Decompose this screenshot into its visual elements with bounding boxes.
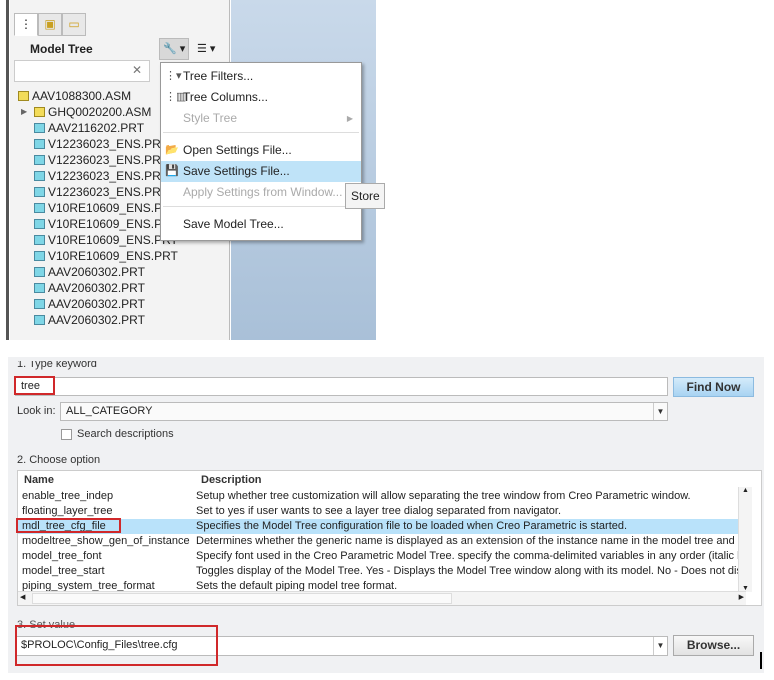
part-icon xyxy=(34,171,45,181)
tab-layers[interactable]: ▣ xyxy=(38,13,62,36)
look-in-label: Look in: xyxy=(17,405,56,417)
tree-item[interactable]: V12236023_ENS.PRT xyxy=(34,152,168,168)
option-name: model_tree_start xyxy=(22,565,105,577)
menu-item-open-settings[interactable]: 📂 Open Settings File... xyxy=(161,140,361,161)
vertical-scrollbar[interactable]: ▲ ▼ xyxy=(738,487,752,592)
part-icon xyxy=(34,123,45,133)
option-name: modeltree_show_gen_of_instance xyxy=(22,535,190,547)
model-tree-screenshot: ⋮ ▣ ▭ Model Tree 🔧 ▾ ☰ ▾ ✕ AAV1088300.AS… xyxy=(0,0,385,340)
tree-item[interactable]: V10RE10609_ENS.PRT xyxy=(34,200,178,216)
tree-item[interactable]: ▶ GHQ0020200.ASM xyxy=(21,104,151,120)
table-row[interactable]: model_tree_start Toggles display of the M… xyxy=(18,564,745,579)
folder-icon: ▭ xyxy=(68,17,80,31)
option-description: Set to yes if user wants to see a layer … xyxy=(196,505,562,517)
clear-icon[interactable]: ✕ xyxy=(132,63,142,77)
settings-icon: 🔧 xyxy=(163,43,177,55)
part-icon xyxy=(34,139,45,149)
tree-filter-icon: ⋮▾ xyxy=(165,70,182,82)
tree-item[interactable]: AAV1088300.ASM xyxy=(18,88,131,104)
tree-item[interactable]: AAV2060302.PRT xyxy=(34,280,145,296)
step1-label: 1. Type keyword xyxy=(17,361,97,370)
search-descriptions-label: Search descriptions xyxy=(77,428,174,440)
table-row[interactable]: modeltree_show_gen_of_instance Determines… xyxy=(18,534,745,549)
settings-menu: ⋮▾ Tree Filters... ⋮▥ Tree Columns... Styl… xyxy=(160,62,362,241)
tree-item[interactable]: V10RE10609_ENS.PRT xyxy=(34,248,178,264)
part-icon xyxy=(34,267,45,277)
assembly-icon xyxy=(18,91,29,101)
highlight-box xyxy=(15,625,218,666)
tree-item[interactable]: V12236023_ENS.PRT xyxy=(34,184,168,200)
menu-item-tree-filters[interactable]: ⋮▾ Tree Filters... xyxy=(161,66,361,87)
layers-icon: ▣ xyxy=(44,17,56,31)
tree-item[interactable]: AAV2060302.PRT xyxy=(34,264,145,280)
option-description: Setup whether tree customization will al… xyxy=(196,490,691,502)
find-now-button[interactable]: Find Now xyxy=(673,377,754,397)
search-descriptions-checkbox[interactable] xyxy=(61,429,72,440)
column-header-description[interactable]: Description xyxy=(201,471,262,489)
option-name: model_tree_font xyxy=(22,550,102,562)
part-icon xyxy=(34,203,45,213)
tree-item[interactable]: AAV2060302.PRT xyxy=(34,296,145,312)
highlight-box xyxy=(14,376,55,395)
option-name: floating_layer_tree xyxy=(22,505,113,517)
options-table: Name Description enable_tree_indep Setup … xyxy=(17,470,762,606)
look-in-select[interactable]: ALL_CATEGORY ▼ xyxy=(60,402,668,421)
highlight-box xyxy=(16,518,121,533)
part-icon xyxy=(34,235,45,245)
save-icon: 💾 xyxy=(165,165,179,177)
menu-item-tree-columns[interactable]: ⋮▥ Tree Columns... xyxy=(161,87,361,108)
option-description: Specifies the Model Tree configuration f… xyxy=(196,520,628,532)
menu-item-save-settings[interactable]: 💾 Save Settings File... xyxy=(161,161,361,182)
tree-search-input[interactable] xyxy=(14,60,150,82)
menu-item-style-tree: Style Tree ▶ xyxy=(161,108,361,129)
menu-item-apply-settings: Apply Settings from Window... xyxy=(183,185,343,199)
table-row[interactable]: mdl_tree_cfg_file Specifies the Model Tre… xyxy=(18,519,745,534)
table-row[interactable]: floating_layer_tree Set to yes if user wa… xyxy=(18,504,745,519)
browse-button[interactable]: Browse... xyxy=(673,635,754,656)
text-cursor xyxy=(760,652,762,669)
open-folder-icon: 📂 xyxy=(165,144,179,156)
option-description: Toggles display of the Model Tree. Yes -… xyxy=(196,565,745,577)
tooltip: Store xyxy=(345,183,385,209)
assembly-icon xyxy=(34,107,45,117)
option-description: Specify font used in the Creo Parametric… xyxy=(196,550,745,562)
tree-item[interactable]: V12236023_ENS.PRT xyxy=(34,168,168,184)
tab-folder[interactable]: ▭ xyxy=(62,13,86,36)
part-icon xyxy=(34,187,45,197)
option-description: Determines whether the generic name is d… xyxy=(196,535,745,547)
expand-arrow-icon[interactable]: ▶ xyxy=(21,104,27,120)
part-icon xyxy=(34,315,45,325)
part-icon xyxy=(34,283,45,293)
step2-label: 2. Choose option xyxy=(17,454,101,466)
panel-title: Model Tree xyxy=(30,42,93,56)
chevron-down-icon: ▼ xyxy=(653,637,667,655)
option-name: enable_tree_indep xyxy=(22,490,114,502)
part-icon xyxy=(34,299,45,309)
tree-columns-icon: ⋮▥ xyxy=(165,91,187,103)
menu-item-save-model-tree[interactable]: Save Model Tree... xyxy=(161,214,361,235)
part-icon xyxy=(34,251,45,261)
tree-item[interactable]: V10RE10609_ENS.PRT xyxy=(34,232,178,248)
horizontal-scrollbar[interactable]: ◀ ▶ xyxy=(18,591,746,605)
tree-item[interactable]: V12236023_ENS.PRT xyxy=(34,136,168,152)
submenu-arrow-icon: ▶ xyxy=(346,114,353,123)
window-edge xyxy=(6,0,9,340)
table-row[interactable]: enable_tree_indep Setup whether tree cust… xyxy=(18,489,745,504)
show-dropdown-button[interactable]: ☰ ▾ xyxy=(193,38,219,60)
part-icon xyxy=(34,219,45,229)
part-icon xyxy=(34,155,45,165)
settings-dropdown-button[interactable]: 🔧 ▾ xyxy=(159,38,190,60)
menu-separator xyxy=(163,132,359,133)
list-icon: ☰ xyxy=(197,43,207,55)
chevron-down-icon: ▼ xyxy=(653,403,667,420)
keyword-input[interactable]: tree xyxy=(15,377,668,396)
tree-item[interactable]: AAV2060302.PRT xyxy=(34,312,145,328)
column-header-name[interactable]: Name xyxy=(24,471,54,489)
table-row[interactable]: model_tree_font Specify font used in the … xyxy=(18,549,745,564)
model-tree-icon: ⋮ xyxy=(20,17,32,31)
menu-separator xyxy=(163,206,359,207)
tree-item[interactable]: V10RE10609_ENS.PRT xyxy=(34,216,178,232)
tab-model-tree[interactable]: ⋮ xyxy=(14,13,38,36)
tree-item[interactable]: AAV2116202.PRT xyxy=(34,120,144,136)
